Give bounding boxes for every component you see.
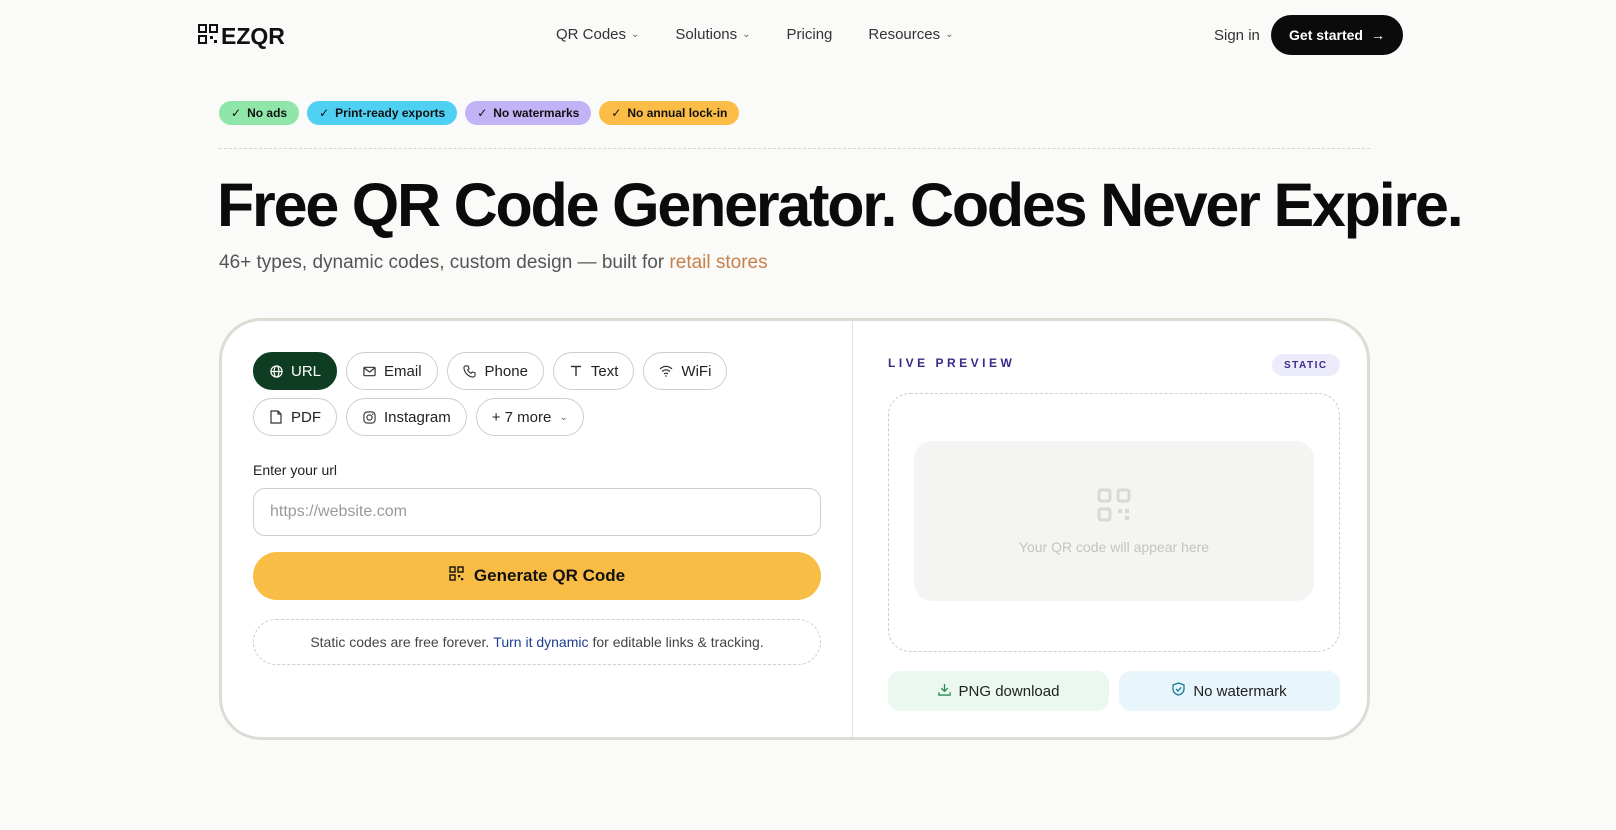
nav-solutions[interactable]: Solutions ⌄ xyxy=(675,26,750,43)
generator-card: URL Email Phone Text WiFi PDF Instagram … xyxy=(219,318,1370,740)
badge-no-lock-in: ✓ No annual lock-in xyxy=(599,101,740,125)
check-icon: ✓ xyxy=(231,106,242,120)
chevron-down-icon: ⌄ xyxy=(742,29,751,40)
nav-solutions-label: Solutions xyxy=(675,26,738,43)
download-icon xyxy=(937,683,951,700)
preview-placeholder-text: Your QR code will appear here xyxy=(1018,538,1210,555)
logo[interactable]: EZQR xyxy=(198,23,285,50)
png-download-label: PNG download xyxy=(958,682,1060,700)
badge-no-ads: ✓ No ads xyxy=(219,101,300,125)
type-url-chip[interactable]: URL xyxy=(253,352,338,390)
static-mode-badge: STATIC xyxy=(1272,354,1340,376)
type-phone-chip[interactable]: Phone xyxy=(446,352,544,390)
note-prefix: Static codes are free forever. xyxy=(310,634,490,650)
type-text-label: Text xyxy=(590,362,619,380)
type-text-chip[interactable]: Text xyxy=(552,352,635,390)
generate-qr-button[interactable]: Generate QR Code xyxy=(253,552,821,600)
check-icon: ✓ xyxy=(477,106,488,120)
chevron-down-icon: ⌄ xyxy=(559,411,568,423)
nav-links: QR Codes ⌄ Solutions ⌄ Pricing Resources… xyxy=(556,26,989,43)
qr-placeholder-icon xyxy=(1097,488,1131,527)
turn-dynamic-link[interactable]: Turn it dynamic xyxy=(493,634,588,650)
nav-qr-codes[interactable]: QR Codes ⌄ xyxy=(556,26,639,43)
divider xyxy=(219,148,1370,149)
more-types-label: + 7 more xyxy=(491,408,552,426)
qr-code-icon xyxy=(449,566,464,586)
feature-badges: ✓ No ads ✓ Print-ready exports ✓ No waterma… xyxy=(219,101,740,125)
no-watermark-badge: No watermark xyxy=(1119,671,1340,711)
dynamic-note: Static codes are free forever. Turn it d… xyxy=(253,619,821,665)
url-input[interactable] xyxy=(253,488,821,536)
card-divider xyxy=(852,321,853,737)
check-icon: ✓ xyxy=(611,106,622,120)
nav-resources-label: Resources xyxy=(868,26,941,43)
shield-check-icon xyxy=(1172,682,1185,700)
type-instagram-label: Instagram xyxy=(384,408,451,426)
png-download-button[interactable]: PNG download xyxy=(888,671,1109,711)
url-field-label: Enter your url xyxy=(253,462,338,478)
badge-print-ready: ✓ Print-ready exports xyxy=(307,101,458,125)
nav-resources[interactable]: Resources ⌄ xyxy=(868,26,953,43)
qr-logo-icon xyxy=(198,24,218,49)
type-email-label: Email xyxy=(384,362,422,380)
type-phone-label: Phone xyxy=(484,362,528,380)
live-preview-label: LIVE PREVIEW xyxy=(888,356,1016,370)
badge-no-watermarks: ✓ No watermarks xyxy=(465,101,592,125)
check-icon: ✓ xyxy=(319,106,330,120)
qr-placeholder: Your QR code will appear here xyxy=(914,441,1314,601)
type-wifi-label: WiFi xyxy=(681,362,712,380)
instagram-icon xyxy=(362,410,376,424)
get-started-button[interactable]: Get started → xyxy=(1271,15,1403,55)
page-subtitle: 46+ types, dynamic codes, custom design … xyxy=(219,252,768,274)
pdf-icon xyxy=(269,410,283,424)
phone-icon xyxy=(463,364,477,378)
wifi-icon xyxy=(659,364,673,378)
type-pdf-chip[interactable]: PDF xyxy=(253,398,337,436)
page-title: Free QR Code Generator. Codes Never Expi… xyxy=(217,171,1464,239)
mail-icon xyxy=(362,364,376,378)
logo-text: EZQR xyxy=(221,23,285,49)
chevron-down-icon: ⌄ xyxy=(631,29,640,40)
nav-qr-codes-label: QR Codes xyxy=(556,26,627,43)
get-started-label: Get started xyxy=(1289,27,1363,43)
type-pdf-label: PDF xyxy=(291,408,321,426)
chevron-down-icon: ⌄ xyxy=(945,29,954,40)
arrow-right-icon: → xyxy=(1370,27,1385,43)
type-selector: URL Email Phone Text WiFi PDF Instagram … xyxy=(253,352,813,436)
type-email-chip[interactable]: Email xyxy=(346,352,438,390)
more-types-dropdown[interactable]: + 7 more ⌄ xyxy=(475,398,584,436)
type-wifi-chip[interactable]: WiFi xyxy=(643,352,728,390)
no-watermark-label: No watermark xyxy=(1193,682,1287,700)
subtitle-text: 46+ types, dynamic codes, custom design … xyxy=(219,252,665,273)
generate-label: Generate QR Code xyxy=(473,566,626,585)
note-suffix: for editable links & tracking. xyxy=(592,634,764,650)
subtitle-accent: retail stores xyxy=(669,252,768,273)
text-icon xyxy=(569,364,583,378)
nav-pricing[interactable]: Pricing xyxy=(787,26,833,43)
nav-pricing-label: Pricing xyxy=(786,26,833,43)
preview-box: Your QR code will appear here xyxy=(888,393,1340,652)
top-nav: EZQR QR Codes ⌄ Solutions ⌄ Pricing Reso… xyxy=(0,0,1616,72)
type-url-label: URL xyxy=(291,362,322,380)
type-instagram-chip[interactable]: Instagram xyxy=(346,398,467,436)
sign-in-link[interactable]: Sign in xyxy=(1214,27,1260,44)
globe-icon xyxy=(269,364,283,378)
